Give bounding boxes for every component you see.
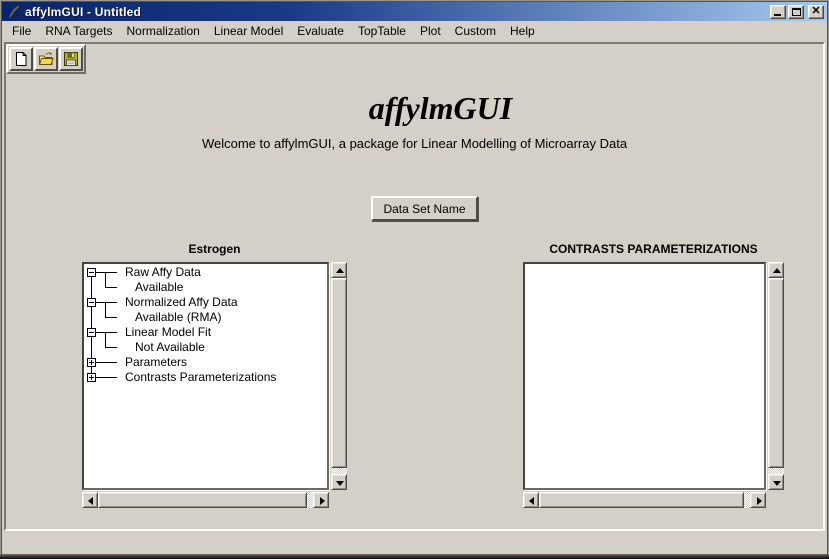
minimize-icon <box>774 14 781 16</box>
left-vertical-scrollbar[interactable] <box>331 262 347 490</box>
tree-expand-toggle[interactable] <box>87 298 96 307</box>
menu-custom[interactable]: Custom <box>448 22 503 40</box>
arrow-up-icon <box>773 268 781 273</box>
scroll-right-button[interactable] <box>313 492 329 508</box>
app-heading: affylmGUI <box>32 90 829 127</box>
tree-connector <box>105 317 117 318</box>
window-bottom-edge <box>0 554 829 559</box>
new-document-icon <box>13 51 29 67</box>
scroll-up-button[interactable] <box>768 262 784 278</box>
tree-item[interactable]: Linear Model Fit <box>125 325 211 340</box>
tree-item[interactable]: Raw Affy Data <box>125 265 201 280</box>
left-horizontal-scrollbar[interactable] <box>82 492 329 508</box>
close-icon: ✕ <box>809 6 823 18</box>
tree-item-status[interactable]: Available (RMA) <box>135 310 221 325</box>
scrollbar-thumb[interactable] <box>98 492 307 508</box>
tree-connector <box>96 302 117 303</box>
menu-linear-model[interactable]: Linear Model <box>207 22 290 40</box>
status-tree-listbox[interactable]: Raw Affy Data Available Normalized Affy … <box>82 262 329 490</box>
scrollbar-thumb[interactable] <box>768 278 784 468</box>
right-vertical-scrollbar[interactable] <box>768 262 784 490</box>
tree-item[interactable]: Normalized Affy Data <box>125 295 238 310</box>
scroll-left-button[interactable] <box>523 492 539 508</box>
title-bar[interactable]: affylmGUI - Untitled ✕ <box>2 2 827 21</box>
arrow-left-icon <box>529 497 534 505</box>
tree-expand-toggle[interactable] <box>87 328 96 337</box>
contrasts-listbox[interactable] <box>523 262 766 490</box>
tree-item[interactable]: Contrasts Parameterizations <box>125 370 276 385</box>
menu-normalization[interactable]: Normalization <box>120 22 207 40</box>
menu-evaluate[interactable]: Evaluate <box>290 22 351 40</box>
tree-connector <box>96 362 117 363</box>
tree-connector <box>96 377 117 378</box>
minimize-button[interactable] <box>770 5 786 19</box>
menu-bar: File RNA Targets Normalization Linear Mo… <box>3 21 826 41</box>
save-floppy-icon <box>63 51 79 67</box>
status-tree: Raw Affy Data Available Normalized Affy … <box>84 264 327 488</box>
tree-item-status[interactable]: Not Available <box>135 340 205 355</box>
right-panel-label: CONTRASTS PARAMETERIZATIONS <box>523 242 784 256</box>
data-set-name-button[interactable]: Data Set Name <box>371 196 478 221</box>
right-horizontal-scrollbar[interactable] <box>523 492 766 508</box>
new-file-button[interactable] <box>9 47 33 71</box>
arrow-down-icon <box>773 481 781 486</box>
tree-expand-toggle[interactable] <box>87 358 96 367</box>
arrow-right-icon <box>757 497 762 505</box>
scrollbar-thumb[interactable] <box>539 492 744 508</box>
arrow-left-icon <box>88 497 93 505</box>
content-frame: affylmGUI Welcome to affylmGUI, a packag… <box>4 42 825 531</box>
tree-connector <box>105 347 117 348</box>
arrow-down-icon <box>336 481 344 486</box>
window-title: affylmGUI - Untitled <box>25 5 770 19</box>
menu-toptable[interactable]: TopTable <box>351 22 413 40</box>
open-folder-icon <box>38 51 54 67</box>
menu-help[interactable]: Help <box>503 22 542 40</box>
tk-feather-icon <box>7 5 21 19</box>
menu-plot[interactable]: Plot <box>413 22 448 40</box>
scroll-down-button[interactable] <box>768 474 784 490</box>
left-panel-label: Estrogen <box>82 242 347 256</box>
tree-connector <box>105 332 106 347</box>
tree-item[interactable]: Parameters <box>125 355 187 370</box>
close-button[interactable]: ✕ <box>808 5 824 19</box>
scroll-down-button[interactable] <box>331 474 347 490</box>
toolbar <box>6 44 86 74</box>
maximize-button[interactable] <box>788 5 804 19</box>
open-file-button[interactable] <box>34 47 58 71</box>
maximize-icon <box>792 8 801 16</box>
tree-expand-toggle[interactable] <box>87 373 96 382</box>
app-subtitle: Welcome to affylmGUI, a package for Line… <box>6 136 823 151</box>
tree-connector <box>105 302 106 317</box>
tree-connector <box>105 272 106 287</box>
tree-item-status[interactable]: Available <box>135 280 183 295</box>
arrow-up-icon <box>336 268 344 273</box>
tree-connector <box>105 287 117 288</box>
scroll-up-button[interactable] <box>331 262 347 278</box>
scroll-left-button[interactable] <box>82 492 98 508</box>
tree-expand-toggle[interactable] <box>87 268 96 277</box>
menu-file[interactable]: File <box>5 22 38 40</box>
application-window: affylmGUI - Untitled ✕ File RNA Targets … <box>0 0 829 559</box>
tree-connector <box>96 332 117 333</box>
arrow-right-icon <box>320 497 325 505</box>
tree-connector <box>96 272 117 273</box>
scrollbar-thumb[interactable] <box>331 278 347 468</box>
scroll-right-button[interactable] <box>750 492 766 508</box>
save-file-button[interactable] <box>59 47 83 71</box>
menu-rna-targets[interactable]: RNA Targets <box>38 22 119 40</box>
